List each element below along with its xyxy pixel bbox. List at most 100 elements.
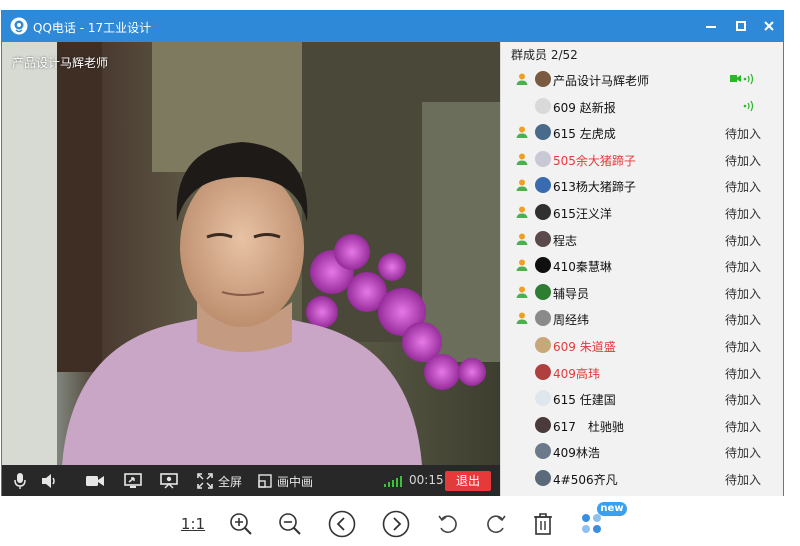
avatar	[535, 283, 551, 300]
rotate-left-button[interactable]	[436, 511, 460, 537]
member-name: 615汪义洋	[553, 206, 612, 221]
maximize-icon[interactable]	[732, 17, 750, 35]
group-members-panel: 群成员 2/52 产品设计马辉老师 609 赵新报 615 左虎成 待加入 505余大猪…	[500, 42, 783, 496]
avatar	[535, 230, 551, 247]
member-name: 程志	[553, 233, 578, 248]
zoom-out-icon	[279, 513, 301, 535]
title-bar[interactable]: QQ电话 - 17工业设计	[2, 11, 783, 42]
window-title: QQ电话 - 17工业设计	[33, 21, 152, 35]
member-name: 613杨大猪蹄子	[553, 180, 636, 195]
member-role-icon	[516, 73, 528, 85]
member-row[interactable]: 615 任建国 待加入	[501, 385, 783, 412]
video-feed[interactable]: 产品设计马辉老师	[2, 42, 500, 465]
avatar	[535, 336, 551, 353]
member-row[interactable]: 615 左虎成 待加入	[501, 119, 783, 146]
member-role-icon	[516, 233, 528, 245]
avatar	[535, 124, 551, 141]
speaking-icon	[743, 100, 754, 111]
close-icon[interactable]	[760, 17, 778, 35]
rotate-right-button[interactable]	[484, 511, 508, 537]
camera-button[interactable]	[85, 471, 105, 491]
member-status: 待加入	[724, 446, 761, 461]
member-status: 待加入	[724, 313, 761, 328]
signal-strength-icon	[384, 476, 402, 487]
avatar	[535, 177, 551, 194]
member-status: 待加入	[724, 419, 761, 434]
member-status: 待加入	[724, 206, 761, 221]
member-status: 待加入	[724, 180, 761, 195]
member-row[interactable]: 615汪义洋 待加入	[501, 199, 783, 226]
rotate-right-icon	[487, 515, 506, 534]
members-count-header: 群成员 2/52	[511, 48, 578, 62]
call-duration: 00:15	[409, 473, 444, 487]
member-row[interactable]: 505余大猪蹄子 待加入	[501, 146, 783, 173]
apps-grid-icon	[582, 514, 601, 533]
actual-size-button[interactable]: 1:1	[180, 511, 206, 537]
avatar	[535, 416, 551, 433]
caller-name: 产品设计马辉老师	[12, 56, 109, 70]
member-row[interactable]: 辅导员 待加入	[501, 279, 783, 306]
speaking-icon	[743, 73, 754, 85]
member-status: 待加入	[724, 233, 761, 248]
member-role-icon	[516, 126, 528, 139]
camera-on-icon	[730, 75, 741, 82]
picture-in-picture-label: 画中画	[277, 474, 314, 489]
previous-button[interactable]	[328, 510, 356, 538]
member-role-icon	[516, 312, 528, 325]
avatar	[535, 469, 551, 486]
member-row[interactable]: 609 赵新报	[501, 93, 783, 120]
member-status: 待加入	[724, 127, 761, 142]
member-row[interactable]: 609 朱道盛 待加入	[501, 332, 783, 359]
member-status: 待加入	[724, 472, 761, 487]
member-row[interactable]: 617 杜驰驰 待加入	[501, 412, 783, 439]
member-name: 609 朱道盛	[553, 339, 616, 354]
avatar	[535, 97, 551, 114]
member-name: 505余大猪蹄子	[553, 153, 636, 168]
speaker-icon	[42, 474, 55, 488]
avatar	[535, 443, 551, 460]
zoom-out-button[interactable]	[277, 511, 303, 537]
fullscreen-button[interactable]: 全屏	[197, 471, 242, 491]
member-name: 409林浩	[553, 446, 600, 461]
member-name: 周经纬	[553, 313, 590, 328]
avatar	[535, 390, 551, 407]
presentation-icon	[160, 473, 178, 489]
member-name: 4#506齐凡	[553, 472, 618, 487]
member-row[interactable]: 程志 待加入	[501, 226, 783, 253]
member-row[interactable]: 409高玮 待加入	[501, 359, 783, 386]
microphone-button[interactable]	[12, 471, 28, 491]
member-name: 辅导员	[553, 286, 590, 301]
member-row[interactable]: 周经纬 待加入	[501, 305, 783, 332]
member-name: 409高玮	[553, 366, 600, 381]
avatar	[535, 203, 551, 220]
avatar	[535, 71, 551, 87]
member-name: 产品设计马辉老师	[553, 74, 650, 88]
microphone-icon	[14, 473, 26, 489]
qq-call-window: QQ电话 - 17工业设计 产品设计马辉老师 全屏 画中画 00:15 退出 群…	[1, 10, 784, 496]
delete-button[interactable]	[532, 511, 554, 537]
chevron-right-icon	[382, 510, 410, 538]
picture-in-picture-button[interactable]: 画中画	[258, 471, 313, 491]
member-role-icon	[516, 286, 528, 298]
member-row[interactable]: 409林浩 待加入	[501, 438, 783, 465]
next-button[interactable]	[382, 510, 410, 538]
member-row[interactable]: 4#506齐凡 待加入	[501, 465, 783, 492]
minimize-icon[interactable]	[702, 17, 720, 35]
zoom-in-button[interactable]	[228, 511, 254, 537]
speaker-button[interactable]	[40, 471, 60, 491]
member-name: 609 赵新报	[553, 100, 616, 115]
video-frame-image	[2, 42, 500, 465]
member-row[interactable]: 410秦慧琳 待加入	[501, 252, 783, 279]
avatar	[535, 150, 551, 167]
video-camera-icon	[86, 476, 104, 486]
member-row[interactable]: 产品设计马辉老师	[501, 66, 783, 93]
presentation-button[interactable]	[159, 471, 179, 491]
member-name: 615 左虎成	[553, 127, 616, 142]
member-role-icon	[516, 179, 528, 192]
member-role-icon	[516, 153, 528, 165]
member-name: 615 任建国	[553, 393, 616, 408]
share-screen-button[interactable]	[123, 471, 143, 491]
exit-call-button[interactable]: 退出	[445, 471, 491, 491]
member-row[interactable]: 613杨大猪蹄子 待加入	[501, 172, 783, 199]
zoom-in-icon	[230, 513, 252, 535]
